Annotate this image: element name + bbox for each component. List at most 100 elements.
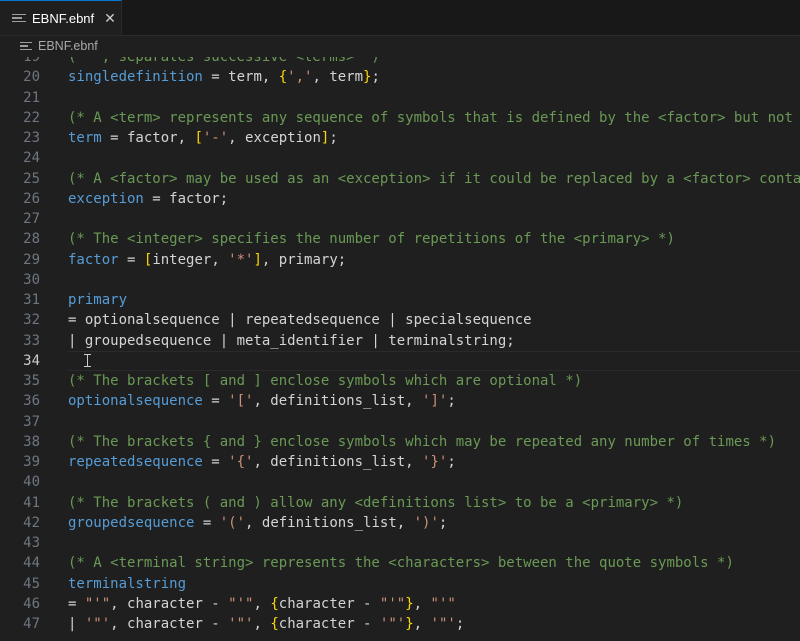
code-line[interactable]: 27 (0, 209, 800, 229)
code-token: (* The brackets [ and ] enclose symbols … (68, 373, 583, 389)
line-code[interactable]: term = factor, ['-', exception]; (68, 128, 800, 148)
line-number: 43 (23, 535, 40, 551)
code-line[interactable]: 39 repeatedsequence = '{', definitions_li… (0, 452, 800, 472)
line-code[interactable]: repeatedsequence = '{', definitions_list… (68, 452, 800, 472)
code-line[interactable]: 23 term = factor, ['-', exception]; (0, 128, 800, 148)
code-line[interactable]: 29 factor = [integer, '*'], primary; (0, 250, 800, 270)
code-line[interactable]: 21 (0, 88, 800, 108)
line-number: 22 (23, 109, 40, 126)
line-code[interactable]: = "'", character - "'", {character - "'"… (68, 594, 800, 614)
line-number: 40 (23, 474, 40, 491)
line-code[interactable]: (* A <term> represents any sequence of s… (68, 108, 800, 128)
line-number: 32 (23, 312, 40, 329)
line-code[interactable]: | '"', character - '"', {character - '"'… (68, 614, 800, 634)
line-code[interactable]: | groupedsequence | meta_identifier | te… (68, 331, 800, 351)
code-line[interactable]: 42 groupedsequence = '(', definitions_lis… (0, 513, 800, 533)
line-code[interactable]: (* A <factor> may be used as an <excepti… (68, 169, 800, 189)
code-token: (* A <factor> may be used as an <excepti… (68, 170, 800, 187)
code-token: , character - (110, 595, 229, 612)
breadcrumb-file[interactable]: EBNF.ebnf (38, 39, 98, 53)
text-cursor-icon (84, 353, 91, 367)
code-token: ; (329, 130, 338, 146)
code-token: { (270, 616, 279, 632)
code-line[interactable]: 30 (0, 270, 800, 290)
code-token: optionalsequence (68, 393, 203, 410)
code-token: ']' (422, 393, 448, 410)
close-icon[interactable]: ✕ (104, 10, 116, 27)
code-line[interactable]: 47 | '"', character - '"', {character - '… (0, 614, 800, 634)
code-token: term, (228, 69, 279, 86)
line-number: 38 (23, 433, 40, 450)
code-line[interactable]: 24 (0, 148, 800, 168)
line-code[interactable]: primary (68, 290, 800, 310)
code-line[interactable]: 40 (0, 472, 800, 492)
line-number: 24 (23, 150, 40, 167)
line-code[interactable] (68, 472, 800, 492)
line-code[interactable]: (* The brackets [ and ] enclose symbols … (68, 371, 800, 391)
line-number: 26 (23, 190, 40, 207)
code-line[interactable]: 43 (0, 533, 800, 553)
code-line[interactable]: 19 (* ', separates successive <terms> *) (0, 57, 800, 67)
code-line[interactable]: 35 (* The brackets [ and ] enclose symbol… (0, 371, 800, 391)
code-line[interactable]: 41 (* The brackets ( and ) allow any <def… (0, 493, 800, 513)
line-code[interactable]: factor = [integer, '*'], primary; (68, 250, 800, 270)
code-token: '"' (84, 616, 111, 632)
line-code[interactable]: = optionalsequence | repeatedsequence | … (68, 310, 800, 330)
line-code[interactable]: groupedsequence = '(', definitions_list,… (68, 513, 800, 533)
line-number: 37 (23, 413, 40, 430)
code-token: singledefinition (68, 69, 203, 86)
code-token: ',' (287, 69, 313, 86)
code-token: "'" (430, 595, 456, 612)
code-line[interactable]: 25 (* A <factor> may be used as an <excep… (0, 169, 800, 189)
code-token: ] (253, 251, 262, 268)
line-code[interactable] (68, 350, 800, 371)
code-token: (* A <terminal string> represents the <c… (68, 555, 734, 572)
line-code[interactable] (68, 412, 800, 432)
line-code[interactable] (68, 88, 800, 108)
line-code[interactable] (68, 270, 800, 290)
line-number: 23 (23, 130, 40, 146)
line-number: 36 (23, 393, 40, 410)
code-token: , primary; (261, 251, 347, 268)
line-code[interactable] (68, 209, 800, 229)
line-code[interactable]: (* The brackets { and } enclose symbols … (68, 432, 800, 452)
code-token: '[' (228, 393, 254, 410)
code-line[interactable]: 45 terminalstring (0, 574, 800, 594)
code-token: = (68, 595, 85, 612)
code-line[interactable]: 31 primary (0, 290, 800, 310)
code-token: '"' (430, 616, 456, 632)
code-token: terminalstring (68, 575, 187, 592)
line-number: 31 (23, 292, 40, 308)
code-line[interactable]: 44 (* A <terminal string> represents the … (0, 553, 800, 573)
code-token: = (202, 69, 229, 86)
code-token: ; (438, 514, 448, 531)
line-code[interactable]: (* The brackets ( and ) allow any <defin… (68, 493, 800, 513)
line-code[interactable] (68, 148, 800, 168)
code-token: exception (68, 190, 144, 207)
code-token: integer, (152, 251, 229, 268)
line-code[interactable]: optionalsequence = '[', definitions_list… (68, 391, 800, 411)
code-line[interactable]: 20 singledefinition = term, {',', term}; (0, 67, 800, 87)
line-code[interactable]: (* A <terminal string> represents the <c… (68, 553, 800, 573)
line-code[interactable]: singledefinition = term, {',', term}; (68, 67, 800, 87)
line-code[interactable]: (* ', separates successive <terms> *) (68, 57, 800, 67)
line-code[interactable]: (* The <integer> specifies the number of… (68, 229, 800, 249)
line-code[interactable]: terminalstring (68, 574, 800, 594)
code-line[interactable]: 46 = "'", character - "'", {character - "… (0, 594, 800, 614)
code-line[interactable]: 33 | groupedsequence | meta_identifier | … (0, 331, 800, 351)
code-line[interactable]: 36 optionalsequence = '[', definitions_li… (0, 391, 800, 411)
line-code[interactable] (68, 533, 800, 553)
code-line[interactable]: 34 (0, 350, 800, 371)
code-line[interactable]: 38 (* The brackets { and } enclose symbol… (0, 432, 800, 452)
code-line[interactable]: 26 exception = factor; (0, 189, 800, 209)
code-line[interactable]: 37 (0, 412, 800, 432)
line-code[interactable]: exception = factor; (68, 189, 800, 209)
code-line[interactable]: 32 = optionalsequence | repeatedsequence … (0, 310, 800, 330)
tab-ebnf[interactable]: EBNF.ebnf ✕ (0, 0, 122, 35)
code-editor[interactable]: 19 (* ', separates successive <terms> *) 2… (0, 57, 800, 641)
file-lines-icon (20, 40, 32, 52)
code-token: ; (447, 393, 456, 410)
code-line[interactable]: 22 (* A <term> represents any sequence of… (0, 108, 800, 128)
code-token: = (202, 393, 229, 410)
code-line[interactable]: 28 (* The <integer> specifies the number … (0, 229, 800, 249)
